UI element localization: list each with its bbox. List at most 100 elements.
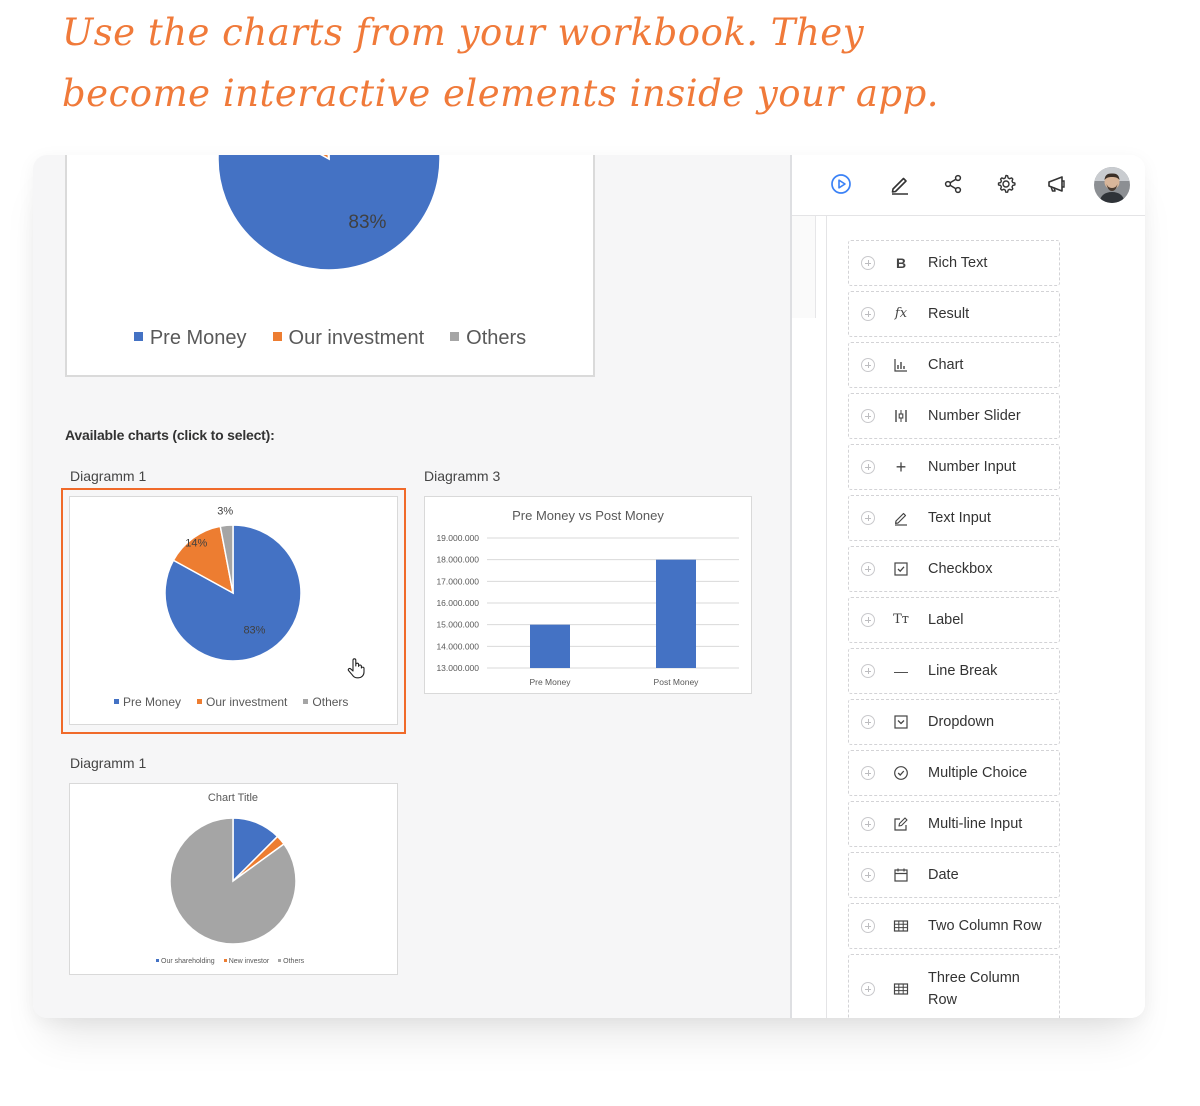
pie1-legend-pre-money: Pre Money xyxy=(114,695,181,709)
app-window: 83% Pre Money Our investment Others Avai… xyxy=(33,155,1145,1018)
widget-panel: B Rich Text fx Result Chart Number Slide… xyxy=(792,155,1145,1018)
widget-dropdown[interactable]: Dropdown xyxy=(848,699,1060,745)
chart-card-diagramm-1-second[interactable]: Chart Title Our shareholding New investo… xyxy=(69,783,398,975)
add-icon[interactable] xyxy=(861,409,875,423)
pie-chart-2: Chart Title xyxy=(169,792,297,945)
chart-card-diagramm-3[interactable]: Pre Money vs Post Money 13.000.000 14.000.… xyxy=(424,496,752,694)
y-tick-label: 16.000.000 xyxy=(436,598,479,608)
preview-legend-pre-money: Pre Money xyxy=(133,327,247,350)
widget-rich-text[interactable]: B Rich Text xyxy=(848,240,1060,286)
widget-label: Multiple Choice xyxy=(928,765,1028,781)
checkbox-icon xyxy=(894,562,908,576)
chart-card-diagramm-1[interactable]: 83% 14% 3% Pre Money Our investment Others xyxy=(69,496,398,725)
bar-chart-icon xyxy=(894,359,907,372)
add-icon[interactable] xyxy=(861,817,875,831)
bar-pre-money xyxy=(530,624,570,668)
widget-two-column-row[interactable]: Two Column Row xyxy=(848,903,1060,949)
calendar-icon xyxy=(894,868,908,882)
bold-icon: B xyxy=(895,255,907,271)
pie2-legend: Our shareholding New investor Others xyxy=(156,958,304,965)
y-tick-label: 18.000.000 xyxy=(436,555,479,565)
canvas[interactable]: 83% Pre Money Our investment Others Avai… xyxy=(33,155,791,1018)
bar-chart: Pre Money vs Post Money 13.000.000 14.000.… xyxy=(436,508,739,687)
widget-text-input[interactable]: Text Input xyxy=(848,495,1060,541)
add-icon[interactable] xyxy=(861,715,875,729)
pie2-legend-new-investor: New investor xyxy=(223,958,269,965)
megaphone-icon[interactable] xyxy=(1045,172,1069,196)
pencil-icon[interactable] xyxy=(888,172,912,196)
widget-label-item[interactable]: Tт Label xyxy=(848,597,1060,643)
preview-legend: Pre Money Our investment Others xyxy=(67,327,593,350)
widget-three-column-row[interactable]: Three Column Row xyxy=(848,954,1060,1018)
widget-label: Text Input xyxy=(928,510,991,526)
pie1-legend-others: Others xyxy=(303,695,348,709)
grid-icon xyxy=(893,920,909,932)
widget-checkbox[interactable]: Checkbox xyxy=(848,546,1060,592)
headline-line-2: become interactive elements inside your … xyxy=(62,72,940,115)
y-tick-label: 13.000.000 xyxy=(436,663,479,673)
grid-icon xyxy=(893,983,909,995)
slider-icon xyxy=(895,410,907,422)
hand-cursor-icon xyxy=(347,658,365,679)
widget-label: Checkbox xyxy=(928,561,993,577)
line-break-icon: — xyxy=(894,663,908,679)
avatar[interactable] xyxy=(1094,167,1130,203)
widget-label: Dropdown xyxy=(928,714,995,730)
widget-chart[interactable]: Chart xyxy=(848,342,1060,388)
add-icon[interactable] xyxy=(861,982,875,996)
chart-label-diagramm-3: Diagramm 3 xyxy=(424,468,501,484)
text-size-icon: Tт xyxy=(893,612,909,627)
widget-number-slider[interactable]: Number Slider xyxy=(848,393,1060,439)
pie-slice-pre-money xyxy=(217,155,441,271)
add-icon[interactable] xyxy=(861,256,875,270)
widget-result[interactable]: fx Result xyxy=(848,291,1060,337)
play-icon[interactable] xyxy=(829,172,853,196)
x-tick-label: Pre Money xyxy=(529,677,571,687)
preview-legend-others: Others xyxy=(450,327,526,350)
widget-multiple-choice[interactable]: Multiple Choice xyxy=(848,750,1060,796)
widget-label: Label xyxy=(928,612,964,628)
widget-number-input[interactable]: + Number Input xyxy=(848,444,1060,490)
data-label-pre-money: 83% xyxy=(243,624,265,636)
add-icon[interactable] xyxy=(861,511,875,525)
bar-post-money xyxy=(656,559,696,668)
widget-label: Date xyxy=(928,867,959,883)
add-icon[interactable] xyxy=(861,460,875,474)
share-icon[interactable] xyxy=(941,172,965,196)
selected-chart-preview[interactable]: 83% Pre Money Our investment Others xyxy=(65,155,595,377)
widget-label: Result xyxy=(928,306,970,322)
widget-date[interactable]: Date xyxy=(848,852,1060,898)
add-icon[interactable] xyxy=(861,562,875,576)
widget-label: Line Break xyxy=(928,663,998,679)
available-charts-title: Available charts (click to select): xyxy=(65,427,275,443)
widget-label: Multi-line Input xyxy=(928,816,1023,832)
widget-multi-line-input[interactable]: Multi-line Input xyxy=(848,801,1060,847)
data-label-pre-money: 83% xyxy=(348,212,386,233)
x-tick-label: Post Money xyxy=(654,677,700,687)
gear-icon[interactable] xyxy=(994,172,1018,196)
widget-line-break[interactable]: — Line Break xyxy=(848,648,1060,694)
add-icon[interactable] xyxy=(861,919,875,933)
add-icon[interactable] xyxy=(861,766,875,780)
add-icon[interactable] xyxy=(861,664,875,678)
edit-box-icon xyxy=(894,817,908,831)
check-circle-icon xyxy=(894,766,908,780)
bar-chart-title: Pre Money vs Post Money xyxy=(512,508,664,523)
headline-line-1: Use the charts from your workbook. They xyxy=(62,11,865,54)
widget-label: Number Input xyxy=(928,459,1016,475)
add-icon[interactable] xyxy=(861,868,875,882)
add-icon[interactable] xyxy=(861,307,875,321)
pie1-legend: Pre Money Our investment Others xyxy=(114,695,348,709)
data-label-others: 3% xyxy=(217,505,233,517)
panel-rail xyxy=(826,216,827,1018)
add-icon[interactable] xyxy=(861,613,875,627)
chart-label-diagramm-1-second: Diagramm 1 xyxy=(70,755,147,771)
panel-collapse-strip[interactable] xyxy=(792,216,816,318)
dropdown-icon xyxy=(894,715,908,729)
widget-label: Three Column Row xyxy=(928,970,1020,1008)
add-icon[interactable] xyxy=(861,358,875,372)
widget-label: Number Slider xyxy=(928,408,1021,424)
pie2-legend-others: Others xyxy=(278,958,304,965)
widget-label: Chart xyxy=(928,357,964,373)
pie2-legend-our-shareholding: Our shareholding xyxy=(156,958,215,965)
